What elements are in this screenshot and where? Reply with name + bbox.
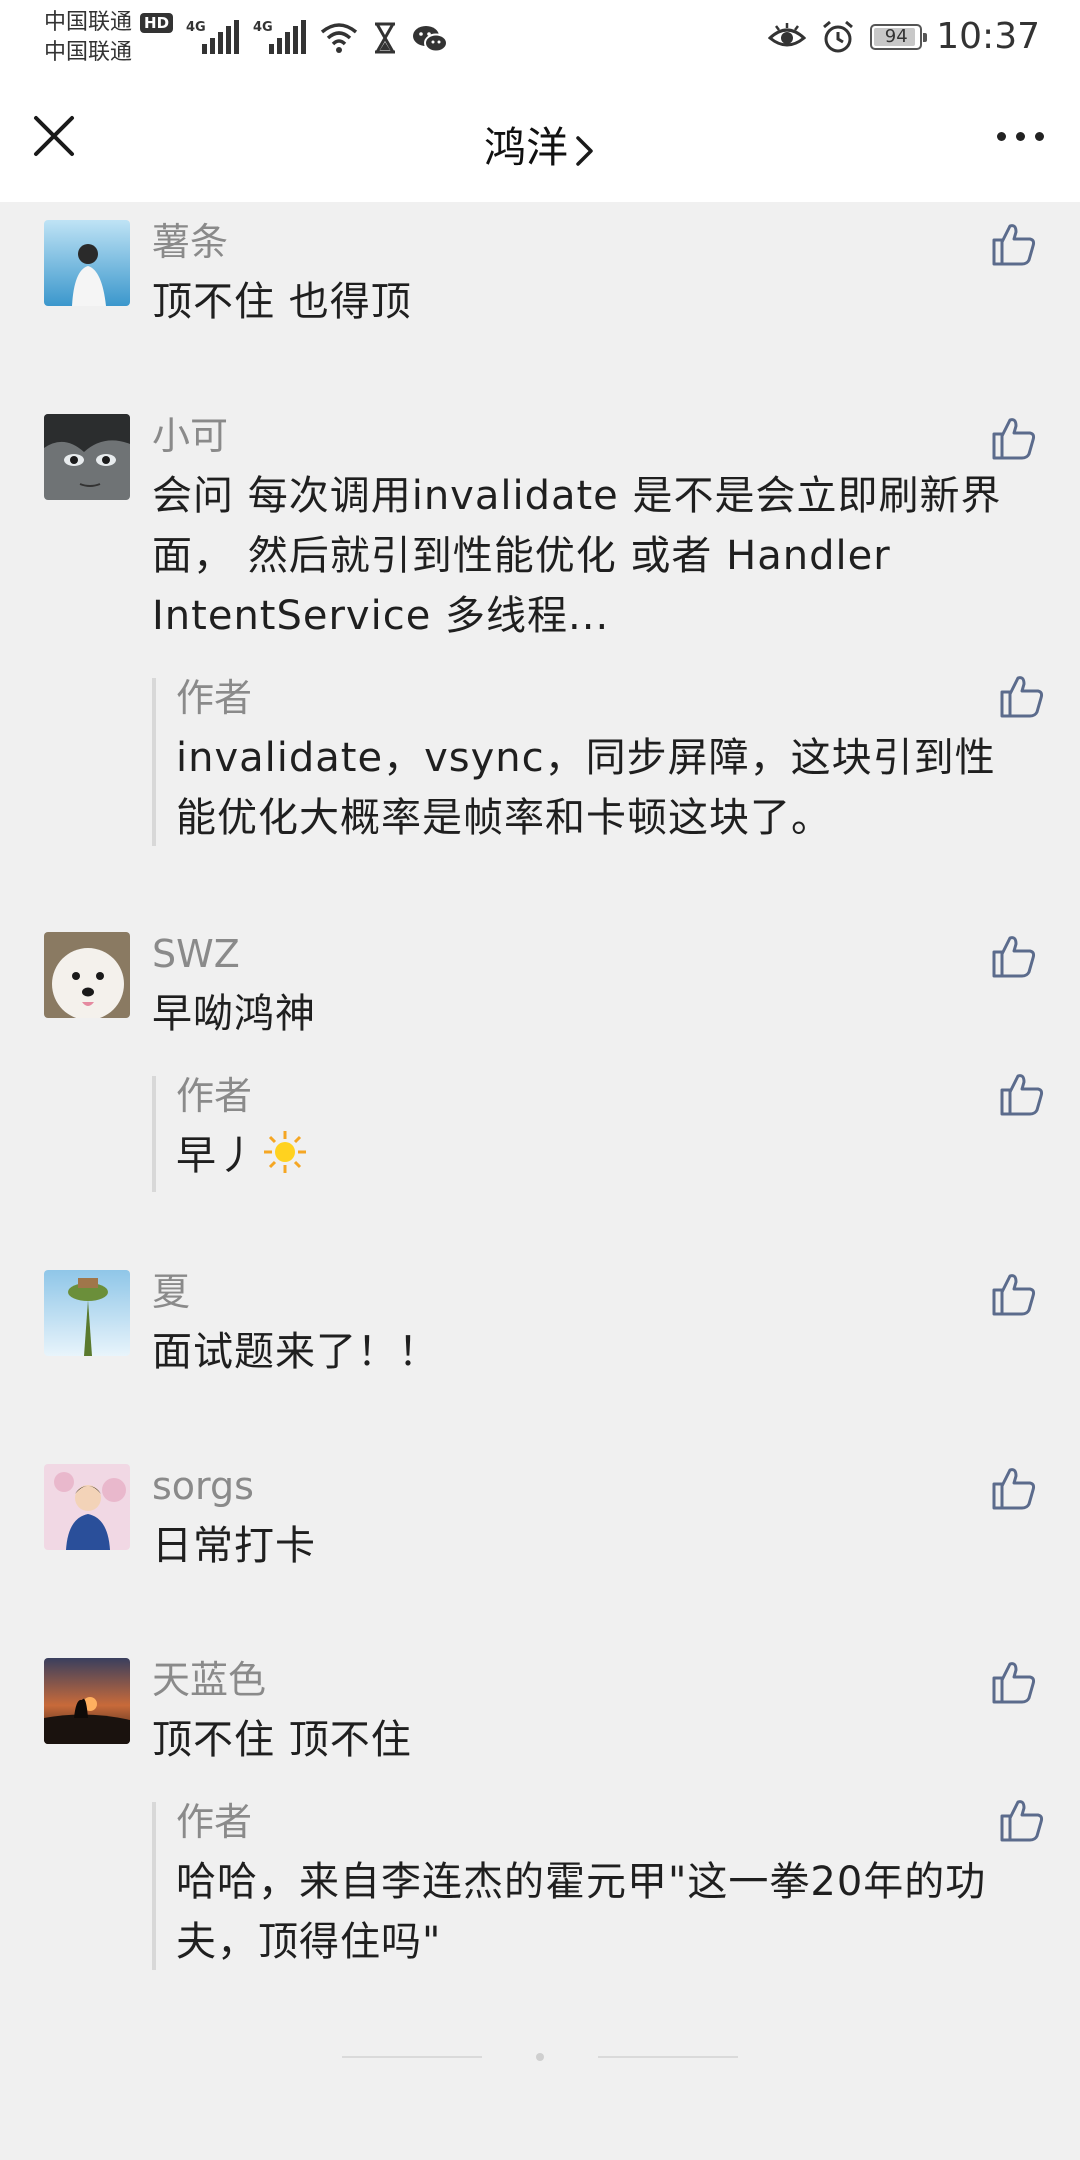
comment-text: 顶不住 顶不住 bbox=[152, 1717, 412, 1763]
carrier-info: 中国联通 HD 中国联通 bbox=[44, 8, 174, 68]
avatar[interactable] bbox=[44, 1464, 130, 1550]
comment-item: 天蓝色 顶不住 顶不住 作者 哈哈，来自李连杰的霍元甲"这一拳20年的功夫，顶得… bbox=[0, 1658, 1080, 1978]
like-icon[interactable] bbox=[988, 218, 1040, 270]
reply-author: 作者 bbox=[176, 676, 253, 720]
comment-text: 会问 每次调用invalidate 是不是会立即刷新界面， 然后就引到性能优化 … bbox=[152, 473, 1002, 639]
reply-author: 作者 bbox=[176, 1800, 253, 1844]
divider bbox=[598, 2056, 738, 2058]
chevron-right-icon bbox=[576, 135, 593, 166]
comment-item: 薯条 顶不住 也得顶 bbox=[0, 220, 1080, 340]
battery-icon: 94 bbox=[870, 23, 928, 50]
clock: 10:37 bbox=[936, 16, 1040, 57]
signal-icon: 4G bbox=[186, 20, 239, 54]
carrier-2-label: 中国联通 bbox=[44, 40, 133, 65]
status-right: 94 10:37 bbox=[768, 16, 1040, 57]
status-bar: 中国联通 HD 中国联通 4G 4G 94 10:37 bbox=[0, 0, 1080, 78]
like-icon[interactable] bbox=[988, 412, 1040, 464]
comment-nickname: 小可 bbox=[152, 414, 229, 458]
like-icon[interactable] bbox=[988, 930, 1040, 982]
avatar[interactable] bbox=[44, 414, 130, 500]
comment-nickname: 天蓝色 bbox=[152, 1658, 267, 1702]
like-icon[interactable] bbox=[988, 1268, 1040, 1320]
comment-nickname: SWZ bbox=[152, 932, 240, 976]
like-icon[interactable] bbox=[988, 1656, 1040, 1708]
comment-item: SWZ 早呦鸿神 作者 早丿 bbox=[0, 932, 1080, 1232]
page-title-link[interactable]: 鸿洋 bbox=[0, 114, 1080, 175]
more-icon bbox=[997, 132, 1006, 141]
like-icon[interactable] bbox=[988, 1462, 1040, 1514]
avatar[interactable] bbox=[44, 220, 130, 306]
hd-badge: HD bbox=[140, 13, 174, 33]
like-icon[interactable] bbox=[996, 1794, 1048, 1846]
signal-indicators: 4G 4G bbox=[186, 14, 448, 54]
end-of-list-indicator bbox=[0, 2052, 1080, 2062]
like-icon[interactable] bbox=[996, 1068, 1048, 1120]
top-nav-bar: 鸿洋 bbox=[0, 78, 1080, 202]
comment-nickname: 薯条 bbox=[152, 220, 229, 264]
like-icon[interactable] bbox=[996, 670, 1048, 722]
comment-item: 夏 面试题来了！！ bbox=[0, 1270, 1080, 1390]
reply-text: invalidate，vsync，同步屏障，这块引到性能优化大概率是帧率和卡顿这… bbox=[176, 735, 996, 841]
author-reply: 作者 早丿 bbox=[152, 1074, 1044, 1192]
end-dot bbox=[536, 2053, 544, 2061]
author-reply: 作者 invalidate，vsync，同步屏障，这块引到性能优化大概率是帧率和… bbox=[152, 676, 1044, 846]
avatar[interactable] bbox=[44, 932, 130, 1018]
carrier-1-label: 中国联通 bbox=[44, 10, 133, 35]
reply-text: 早丿 bbox=[176, 1133, 258, 1179]
battery-level: 94 bbox=[884, 26, 908, 47]
divider bbox=[342, 2056, 482, 2058]
avatar[interactable] bbox=[44, 1658, 130, 1744]
comment-nickname: sorgs bbox=[152, 1464, 254, 1508]
wifi-icon bbox=[320, 23, 358, 53]
avatar[interactable] bbox=[44, 1270, 130, 1356]
hourglass-icon bbox=[375, 22, 395, 54]
comment-nickname: 夏 bbox=[152, 1270, 191, 1314]
author-reply: 作者 哈哈，来自李连杰的霍元甲"这一拳20年的功夫，顶得住吗" bbox=[152, 1800, 1044, 1970]
eye-icon bbox=[768, 22, 807, 46]
more-button[interactable] bbox=[997, 122, 1044, 151]
comment-text: 早呦鸿神 bbox=[152, 991, 316, 1037]
wechat-icon bbox=[413, 26, 448, 53]
alarm-icon bbox=[823, 20, 854, 52]
comment-text: 日常打卡 bbox=[152, 1523, 316, 1569]
page-title: 鸿洋 bbox=[483, 123, 568, 172]
reply-text: 哈哈，来自李连杰的霍元甲"这一拳20年的功夫，顶得住吗" bbox=[176, 1859, 987, 1965]
comment-text: 顶不住 也得顶 bbox=[152, 279, 412, 325]
comment-item: 小可 会问 每次调用invalidate 是不是会立即刷新界面， 然后就引到性能… bbox=[0, 414, 1080, 874]
comment-item: sorgs 日常打卡 bbox=[0, 1464, 1080, 1584]
signal-icon: 4G bbox=[253, 20, 306, 54]
sun-emoji-icon bbox=[264, 1131, 306, 1173]
comment-text: 面试题来了！！ bbox=[152, 1329, 439, 1375]
reply-author: 作者 bbox=[176, 1074, 253, 1118]
reply-text-wrap: 早丿 bbox=[176, 1126, 1036, 1186]
